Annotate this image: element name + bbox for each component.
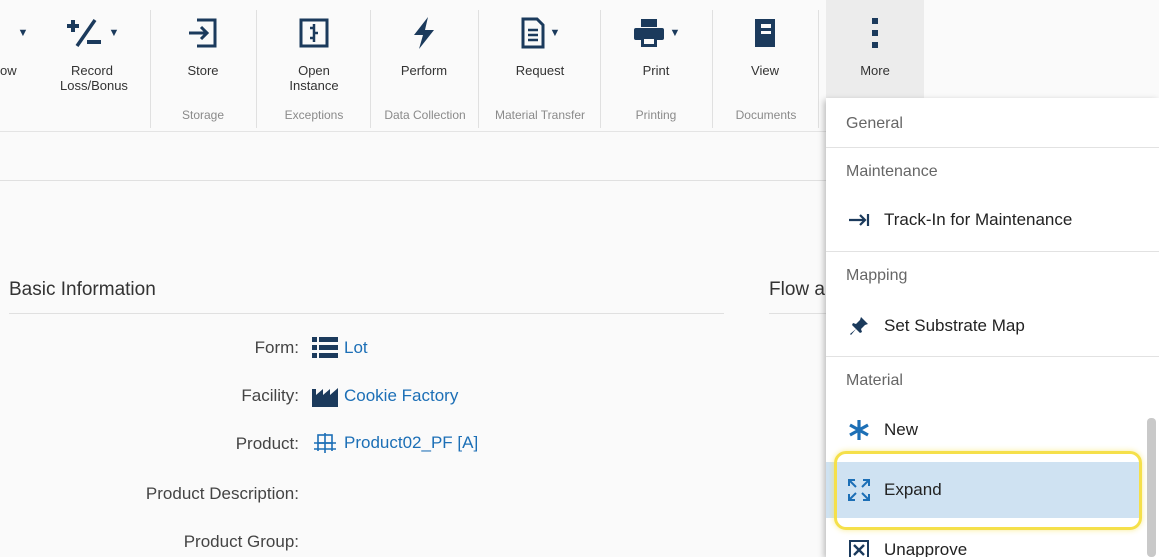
- field-value-text: Product02_PF [A]: [344, 433, 479, 452]
- separator: [818, 10, 819, 128]
- field-label-facility: Facility:: [241, 386, 299, 405]
- vertical-ellipsis-icon: [872, 18, 878, 48]
- field-label-form: Form:: [254, 338, 299, 357]
- tool-label: Store: [187, 63, 219, 78]
- open-instance-icon: [299, 18, 329, 48]
- menu-item-expand[interactable]: Expand: [826, 462, 1141, 518]
- field-label-product-group: Product Group:: [183, 532, 299, 551]
- field-label-product-description: Product Description:: [145, 484, 299, 503]
- menu-header-maintenance: Maintenance: [826, 147, 1159, 195]
- perform-button[interactable]: Perform: [378, 0, 470, 104]
- lightning-icon: [414, 17, 434, 49]
- tool-label: Record Loss/Bonus: [60, 63, 128, 93]
- chevron-down-icon: ▼: [17, 27, 29, 39]
- field-value-text: Lot: [344, 338, 368, 357]
- menu-header-mapping: Mapping: [826, 251, 1159, 299]
- pin-icon: [846, 316, 872, 336]
- menu-item-label: Track-In for Maintenance: [884, 210, 1073, 229]
- field-label-product: Product:: [235, 434, 299, 453]
- document-icon: [521, 17, 545, 49]
- field-value-form[interactable]: Lot: [312, 337, 368, 359]
- group-label-storage: Storage: [181, 108, 225, 122]
- tool-label: Request: [515, 63, 565, 78]
- group-label-material-transfer: Material Transfer: [494, 108, 586, 122]
- menu-item-label: Expand: [884, 480, 942, 499]
- menu-item-label: New: [884, 420, 919, 439]
- print-button[interactable]: ▼ Print: [606, 0, 706, 104]
- menu-item-new[interactable]: New: [826, 402, 1141, 458]
- section-title-flow: Flow a: [769, 279, 825, 300]
- separator: [256, 10, 257, 128]
- chevron-down-icon: ▼: [549, 27, 561, 39]
- menu-scrollbar[interactable]: [1147, 418, 1156, 557]
- tool-label: Open Instance: [289, 63, 339, 93]
- separator: [478, 10, 479, 128]
- separator: [712, 10, 713, 128]
- plus-minus-icon: [66, 19, 101, 47]
- printer-icon: [633, 19, 664, 47]
- tool-label: Print: [642, 63, 670, 78]
- view-button[interactable]: View: [720, 0, 810, 104]
- menu-item-label: Set Substrate Map: [884, 316, 1025, 335]
- tool-label: View: [751, 63, 779, 78]
- book-icon: [755, 19, 775, 47]
- group-label-printing: Printing: [635, 108, 677, 122]
- menu-item-track-in-for-maintenance[interactable]: Track-In for Maintenance: [826, 192, 1141, 248]
- menu-header-material: Material: [826, 356, 1159, 404]
- store-icon: [189, 18, 217, 48]
- store-button[interactable]: Store: [160, 0, 246, 104]
- more-dropdown-menu: General Maintenance Track-In for Mainten…: [826, 98, 1159, 557]
- section-title-basic-information: Basic Information: [9, 279, 156, 300]
- asterisk-icon: [846, 419, 872, 441]
- menu-item-label: Unapprove: [884, 540, 968, 557]
- request-button[interactable]: ▼ Request: [484, 0, 596, 104]
- track-in-icon: [846, 213, 872, 227]
- section-underline: [9, 313, 724, 314]
- list-icon: [312, 337, 338, 358]
- menu-header-general: General: [846, 115, 903, 132]
- unapprove-icon: [846, 540, 872, 557]
- open-instance-button[interactable]: Open Instance: [266, 0, 362, 104]
- chevron-down-icon: ▼: [108, 27, 120, 39]
- tool-label: More: [860, 63, 890, 78]
- group-label-documents: Documents: [735, 108, 797, 122]
- group-label-data-collection: Data Collection: [384, 108, 466, 122]
- separator: [370, 10, 371, 128]
- section-underline: [769, 313, 829, 314]
- group-label-exceptions: Exceptions: [284, 108, 344, 122]
- more-button[interactable]: More: [826, 0, 924, 98]
- record-loss-bonus-button[interactable]: ▼ Record Loss/Bonus: [52, 0, 132, 104]
- field-value-text: Cookie Factory: [344, 386, 459, 405]
- field-value-product[interactable]: Product02_PF [A]: [312, 433, 478, 453]
- field-value-facility[interactable]: Cookie Factory: [312, 385, 458, 407]
- tool-flow-partial[interactable]: ▼ ow: [0, 0, 40, 104]
- tool-label: Perform: [400, 63, 448, 78]
- tool-label: ow: [0, 63, 17, 78]
- menu-item-unapprove[interactable]: Unapprove: [826, 522, 1141, 557]
- expand-icon: [846, 479, 872, 501]
- chevron-down-icon: ▼: [669, 27, 681, 39]
- separator: [150, 10, 151, 128]
- separator: [600, 10, 601, 128]
- menu-item-set-substrate-map[interactable]: Set Substrate Map: [826, 298, 1141, 354]
- product-icon: [314, 433, 336, 453]
- factory-icon: [312, 388, 338, 407]
